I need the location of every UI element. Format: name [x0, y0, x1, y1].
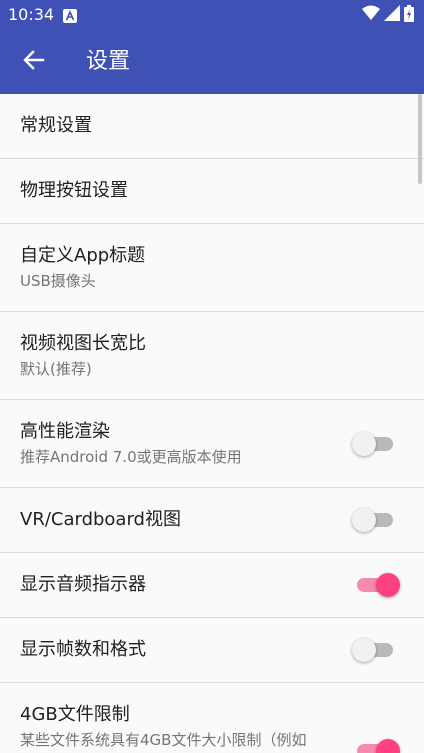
settings-list[interactable]: 常规设置 物理按钮设置 自定义App标题 USB摄像头 视频视图长宽比 默认(推…: [0, 94, 424, 753]
toggle-thumb: [376, 739, 400, 753]
setting-title: 自定义App标题: [20, 245, 146, 266]
setting-title: 显示音频指示器: [20, 574, 146, 595]
setting-summary: 推荐Android 7.0或更高版本使用: [20, 448, 242, 466]
status-time: 10:34: [8, 5, 55, 24]
high-performance-toggle[interactable]: [352, 430, 402, 458]
audio-indicator-toggle[interactable]: [352, 571, 402, 599]
status-icons: [362, 4, 414, 26]
toggle-thumb: [352, 432, 376, 456]
toggle-thumb: [352, 508, 376, 532]
setting-audio-indicator[interactable]: 显示音频指示器: [0, 553, 424, 618]
framerate-format-toggle[interactable]: [352, 636, 402, 664]
app-bar: 设置: [0, 30, 424, 94]
back-button[interactable]: [14, 42, 54, 82]
status-bar: 10:34: [0, 0, 424, 30]
setting-title: VR/Cardboard视图: [20, 509, 181, 530]
setting-aspect-ratio[interactable]: 视频视图长宽比 默认(推荐): [0, 312, 424, 400]
setting-summary: USB摄像头: [20, 272, 96, 290]
scrollbar[interactable]: [418, 94, 422, 184]
page-title: 设置: [86, 49, 131, 74]
setting-vr-cardboard[interactable]: VR/Cardboard视图: [0, 488, 424, 553]
setting-summary: 默认(推荐): [20, 360, 92, 378]
setting-physical-buttons[interactable]: 物理按钮设置: [0, 159, 424, 224]
setting-title: 高性能渲染: [20, 421, 110, 442]
toggle-thumb: [352, 638, 376, 662]
wifi-icon: [362, 5, 380, 25]
setting-framerate-format[interactable]: 显示帧数和格式: [0, 618, 424, 683]
setting-custom-app-title[interactable]: 自定义App标题 USB摄像头: [0, 224, 424, 312]
signal-icon: [384, 5, 400, 25]
setting-title: 视频视图长宽比: [20, 333, 146, 354]
setting-general[interactable]: 常规设置: [0, 94, 424, 159]
4gb-file-limit-toggle[interactable]: [352, 737, 402, 753]
battery-icon: [404, 4, 414, 26]
setting-summary: 某些文件系统具有4GB文件大小限制（例如: [20, 731, 307, 749]
vr-cardboard-toggle[interactable]: [352, 506, 402, 534]
toggle-thumb: [376, 573, 400, 597]
setting-4gb-file-limit[interactable]: 4GB文件限制 某些文件系统具有4GB文件大小限制（例如: [0, 683, 424, 753]
setting-title: 显示帧数和格式: [20, 639, 146, 660]
setting-title: 常规设置: [20, 115, 92, 136]
setting-title: 4GB文件限制: [20, 704, 130, 725]
arrow-back-icon: [23, 49, 45, 75]
notification-a-icon: [63, 8, 77, 23]
setting-high-performance-rendering[interactable]: 高性能渲染 推荐Android 7.0或更高版本使用: [0, 400, 424, 488]
setting-title: 物理按钮设置: [20, 180, 128, 201]
